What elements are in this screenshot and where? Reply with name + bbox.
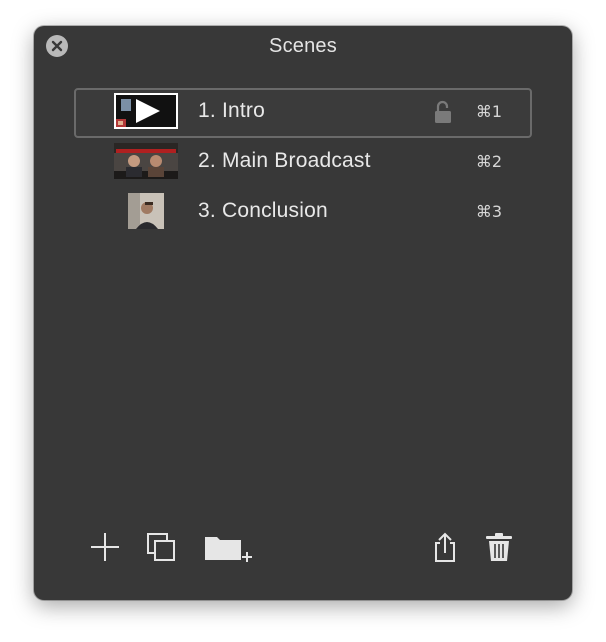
add-scene-button[interactable] xyxy=(88,530,122,564)
scene-shortcut-intro: ⌘1 xyxy=(475,102,502,121)
new-folder-icon xyxy=(205,537,252,562)
scene-label-conclusion: 3. Conclusion xyxy=(198,199,328,222)
scene-row-conclusion[interactable]: 3. Conclusion ⌘3 xyxy=(74,188,532,238)
unlock-icon[interactable] xyxy=(434,100,452,129)
share-icon xyxy=(435,532,455,562)
delete-scene-button[interactable] xyxy=(484,530,514,564)
person-thumbnail-icon xyxy=(114,193,178,229)
scene-shortcut-conclusion: ⌘3 xyxy=(475,202,502,221)
new-folder-button[interactable] xyxy=(202,530,256,564)
play-thumbnail-icon xyxy=(114,93,178,129)
duplicate-icon xyxy=(147,533,175,561)
trash-icon xyxy=(486,533,512,561)
window-title: Scenes xyxy=(269,35,337,57)
scenes-panel: Scenes 1. Intro ⌘1 2. Main Broadcast ⌘2 … xyxy=(34,26,572,600)
add-icon xyxy=(91,533,119,561)
duplicate-scene-button[interactable] xyxy=(144,530,178,564)
scene-row-intro[interactable]: 1. Intro ⌘1 xyxy=(74,88,532,138)
scene-label-main-broadcast: 2. Main Broadcast xyxy=(198,149,371,172)
scene-thumbnail-main-broadcast xyxy=(114,143,178,179)
scene-thumbnail-conclusion xyxy=(114,193,178,229)
title-bar[interactable]: Scenes xyxy=(34,26,572,66)
bottom-toolbar xyxy=(34,530,572,564)
scene-thumbnail-intro xyxy=(114,93,178,129)
scene-shortcut-main-broadcast: ⌘2 xyxy=(475,152,502,171)
scene-list: 1. Intro ⌘1 2. Main Broadcast ⌘2 3. Conc… xyxy=(74,88,532,238)
scene-row-main-broadcast[interactable]: 2. Main Broadcast ⌘2 xyxy=(74,138,532,188)
share-button[interactable] xyxy=(430,530,460,564)
scene-label-intro: 1. Intro xyxy=(198,99,265,122)
broadcast-thumbnail-icon xyxy=(114,143,178,179)
